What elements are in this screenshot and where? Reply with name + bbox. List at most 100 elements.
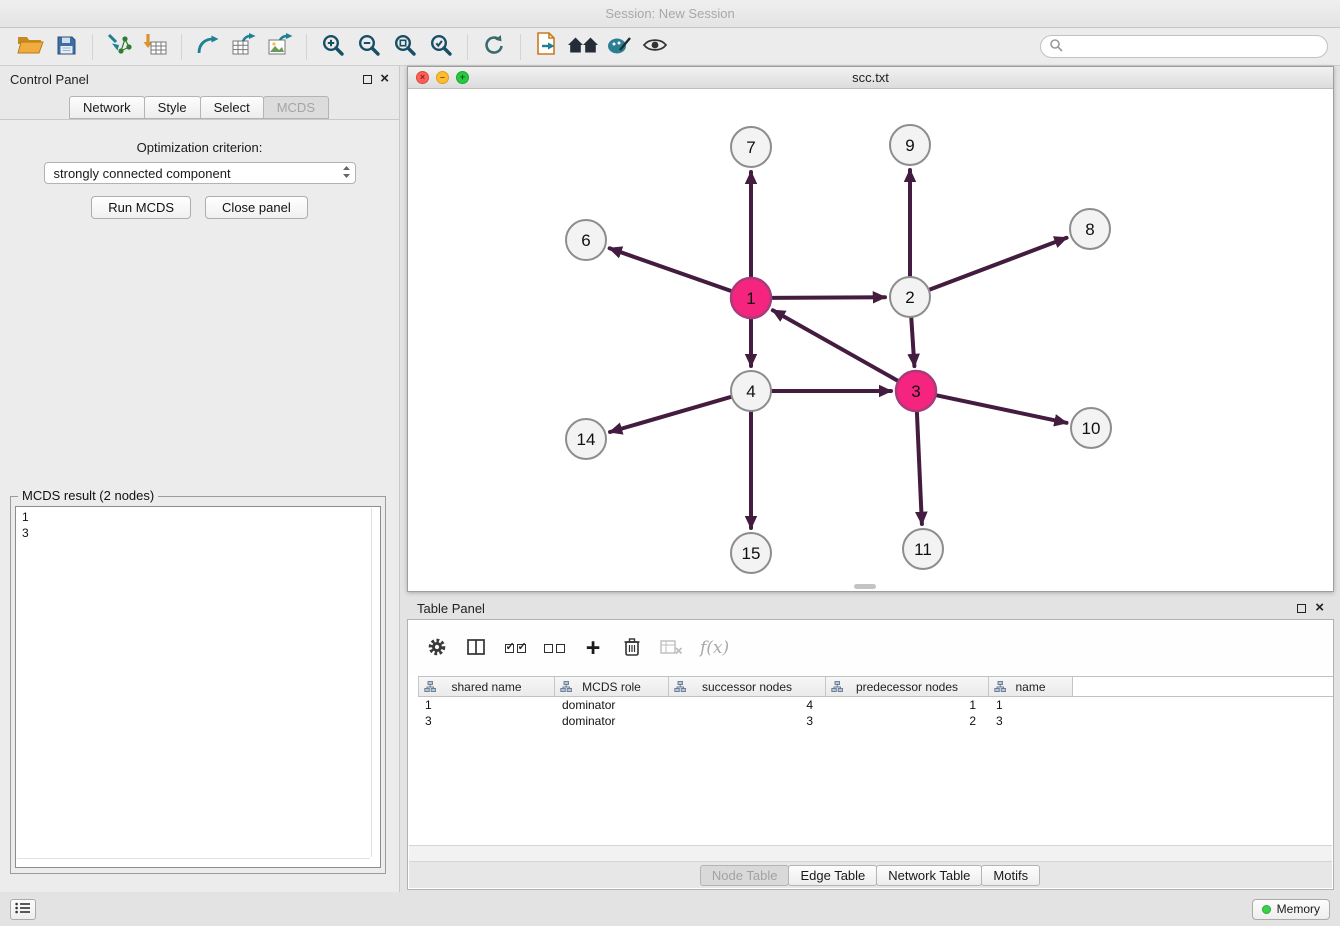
delete-column-button[interactable] <box>621 636 643 660</box>
export-image-button[interactable] <box>262 31 298 63</box>
column-header-name[interactable]: name <box>989 677 1073 696</box>
network-canvas[interactable]: 7 9 6 8 1 2 4 3 14 10 15 11 <box>408 89 1333 591</box>
cell-mcds-role[interactable]: dominator <box>555 713 669 729</box>
toolbar-separator <box>467 34 468 60</box>
graph-node-6[interactable]: 6 <box>566 220 606 260</box>
graph-node-8[interactable]: 8 <box>1070 209 1110 249</box>
graph-edge-3-10[interactable] <box>937 395 1067 423</box>
cell-successor-nodes[interactable]: 3 <box>669 713 826 729</box>
select-all-rows-button[interactable] <box>504 636 526 660</box>
graph-node-11[interactable]: 11 <box>903 529 943 569</box>
column-header-shared-name[interactable]: shared name <box>418 677 555 696</box>
open-session-button[interactable] <box>12 31 48 63</box>
network-graph[interactable]: 7 9 6 8 1 2 4 3 14 10 15 11 <box>408 89 1333 591</box>
cell-predecessor-nodes[interactable]: 1 <box>826 697 989 713</box>
delete-table-button[interactable] <box>660 636 683 660</box>
zoom-selected-button[interactable] <box>423 31 459 63</box>
graph-edge-1-2[interactable] <box>772 297 885 298</box>
zoom-fit-button[interactable] <box>387 31 423 63</box>
cell-shared-name[interactable]: 3 <box>418 713 555 729</box>
graph-node-4[interactable]: 4 <box>731 371 771 411</box>
column-header-mcds-role[interactable]: MCDS role <box>555 677 669 696</box>
criterion-selected-value: strongly connected component <box>54 166 342 181</box>
close-panel-button[interactable]: Close panel <box>205 196 308 219</box>
tab-mcds[interactable]: MCDS <box>263 96 329 119</box>
copy-style-button[interactable] <box>529 31 565 63</box>
cell-predecessor-nodes[interactable]: 2 <box>826 713 989 729</box>
graph-edge-2-8[interactable] <box>930 238 1067 290</box>
cell-mcds-role[interactable]: dominator <box>555 697 669 713</box>
canvas-horizontal-scrollbar[interactable] <box>854 584 876 589</box>
result-vertical-scrollbar[interactable] <box>371 508 372 857</box>
refresh-button[interactable] <box>476 31 512 63</box>
float-panel-icon[interactable] <box>363 75 372 84</box>
table-horizontal-scrollbar[interactable] <box>409 845 1332 862</box>
graph-edge-4-14[interactable] <box>610 397 731 432</box>
close-panel-icon[interactable]: × <box>380 73 389 85</box>
graph-node-2[interactable]: 2 <box>890 277 930 317</box>
table-settings-button[interactable] <box>426 636 448 660</box>
cell-shared-name[interactable]: 1 <box>418 697 555 713</box>
tab-node-table[interactable]: Node Table <box>700 865 790 886</box>
search-box[interactable] <box>1040 35 1328 58</box>
graph-edge-1-6[interactable] <box>610 248 732 291</box>
column-type-icon <box>831 681 843 695</box>
apply-style-button[interactable] <box>601 31 637 63</box>
function-builder-button[interactable]: f(x) <box>700 636 729 660</box>
graph-node-10[interactable]: 10 <box>1071 408 1111 448</box>
graph-node-7[interactable]: 7 <box>731 127 771 167</box>
export-table-button[interactable] <box>226 31 262 63</box>
float-table-panel-icon[interactable] <box>1297 604 1306 613</box>
close-window-icon[interactable]: × <box>416 71 429 84</box>
home-layout-button[interactable] <box>565 31 601 63</box>
deselect-all-rows-button[interactable] <box>543 636 565 660</box>
zoom-out-button[interactable] <box>351 31 387 63</box>
mcds-panel-body: Optimization criterion: strongly connect… <box>0 119 399 892</box>
result-horizontal-scrollbar[interactable] <box>17 858 370 859</box>
import-table-button[interactable] <box>137 31 173 63</box>
cell-successor-nodes[interactable]: 4 <box>669 697 826 713</box>
minimize-window-icon[interactable]: – <box>436 71 449 84</box>
graph-node-15[interactable]: 15 <box>731 533 771 573</box>
tab-motifs[interactable]: Motifs <box>981 865 1040 886</box>
show-hide-graphics-button[interactable] <box>637 31 673 63</box>
svg-text:11: 11 <box>914 540 932 559</box>
svg-text:3: 3 <box>911 382 920 401</box>
document-arrow-icon <box>535 32 559 61</box>
cell-name[interactable]: 3 <box>989 713 1073 729</box>
task-history-button[interactable] <box>10 899 36 920</box>
import-network-button[interactable] <box>101 31 137 63</box>
clone-network-button[interactable] <box>190 31 226 63</box>
memory-button[interactable]: Memory <box>1252 899 1330 920</box>
add-column-button[interactable]: + <box>582 636 604 660</box>
graph-node-1[interactable]: 1 <box>731 278 771 318</box>
zoom-in-button[interactable] <box>315 31 351 63</box>
graph-node-9[interactable]: 9 <box>890 125 930 165</box>
zoom-in-icon <box>321 33 345 60</box>
graph-edge-3-1[interactable] <box>773 310 898 380</box>
graph-edge-3-11[interactable] <box>917 412 922 524</box>
column-header-successor-nodes[interactable]: successor nodes <box>669 677 826 696</box>
mcds-result-list[interactable]: 1 3 <box>15 506 381 868</box>
search-input[interactable] <box>1068 40 1319 54</box>
save-session-button[interactable] <box>48 31 84 63</box>
tab-network-table[interactable]: Network Table <box>876 865 982 886</box>
optimization-criterion-select[interactable]: strongly connected component <box>44 162 356 184</box>
export-image-icon <box>267 33 293 60</box>
cell-name[interactable]: 1 <box>989 697 1073 713</box>
close-table-panel-icon[interactable]: × <box>1315 602 1324 614</box>
table-row[interactable]: 3 dominator 3 2 3 <box>418 713 1333 729</box>
tab-style[interactable]: Style <box>144 96 201 119</box>
graph-edge-2-3[interactable] <box>911 318 914 366</box>
show-columns-button[interactable] <box>465 636 487 660</box>
mcds-result-value: 1 <box>22 509 374 525</box>
graph-node-3[interactable]: 3 <box>896 371 936 411</box>
tab-select[interactable]: Select <box>200 96 264 119</box>
tab-edge-table[interactable]: Edge Table <box>788 865 877 886</box>
graph-node-14[interactable]: 14 <box>566 419 606 459</box>
tab-network[interactable]: Network <box>69 96 145 119</box>
run-mcds-button[interactable]: Run MCDS <box>91 196 191 219</box>
maximize-window-icon[interactable]: + <box>456 71 469 84</box>
table-row[interactable]: 1 dominator 4 1 1 <box>418 697 1333 713</box>
column-header-predecessor-nodes[interactable]: predecessor nodes <box>826 677 989 696</box>
